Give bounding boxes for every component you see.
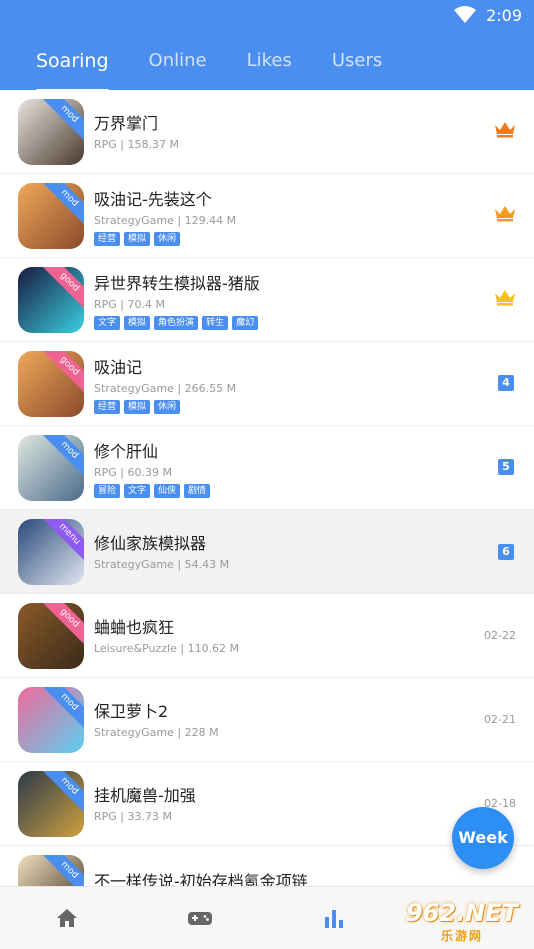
crown-icon — [495, 290, 515, 306]
app-info: 吸油记 StrategyGame | 266.55 M 经营 模拟 休闲 — [94, 354, 454, 414]
genre-tag: 文字 — [124, 484, 151, 498]
app-row[interactable]: mod 修个肝仙 RPG | 60.39 M 冒险 文字 仙侠 剧情 5 — [0, 426, 534, 510]
gamepad-icon[interactable] — [187, 905, 213, 931]
app-ranking-list[interactable]: mod 万界掌门 RPG | 158.37 M mod 吸油记-先装这个 Strategy… — [0, 90, 534, 886]
app-name: 吸油记-先装这个 — [94, 190, 212, 209]
app-meta: StrategyGame | 129.44 M — [94, 214, 237, 227]
app-icon[interactable]: menu — [18, 519, 84, 585]
app-info: 蛐蛐也疯狂 Leisure&Puzzle | 110.62 M — [94, 614, 454, 655]
app-meta: RPG | 60.39 M — [94, 466, 172, 479]
genre-tag: 模拟 — [124, 232, 151, 246]
app-info: 修个肝仙 RPG | 60.39 M 冒险 文字 仙侠 剧情 — [94, 438, 454, 498]
app-icon[interactable]: mod — [18, 99, 84, 165]
genre-tag: 魔幻 — [232, 316, 259, 330]
wifi-icon — [454, 6, 477, 23]
app-icon[interactable]: mod — [18, 855, 84, 886]
app-name: 异世界转生模拟器-猪版 — [94, 274, 260, 293]
app-row[interactable]: good 吸油记 StrategyGame | 266.55 M 经营 模拟 休闲 4 — [0, 342, 534, 426]
status-bar: 2:09 — [454, 4, 522, 26]
app-icon[interactable]: mod — [18, 771, 84, 837]
rank-number: 6 — [498, 544, 514, 560]
genre-tag: 文字 — [94, 316, 121, 330]
rank-number: 4 — [498, 375, 514, 391]
genre-tag: 休闲 — [154, 400, 181, 414]
genre-tag: 经营 — [94, 232, 121, 246]
tag-list: 经营 模拟 休闲 — [94, 400, 454, 414]
watermark-subtitle: 乐游网 — [440, 928, 483, 943]
app-name: 吸油记 — [94, 358, 143, 377]
crown-icon — [495, 122, 515, 138]
app-name: 修仙家族模拟器 — [94, 534, 207, 553]
genre-tag: 仙侠 — [154, 484, 181, 498]
ranking-icon[interactable] — [321, 905, 347, 931]
genre-tag: 冒险 — [94, 484, 121, 498]
app-header: 2:09 Soaring Online Likes Users — [0, 0, 534, 92]
app-icon[interactable]: good — [18, 351, 84, 417]
genre-tag: 模拟 — [124, 316, 151, 330]
app-row[interactable]: mod 万界掌门 RPG | 158.37 M — [0, 90, 534, 174]
watermark-logo: 962.NET — [405, 898, 519, 927]
genre-tag: 剧情 — [184, 484, 211, 498]
app-icon[interactable]: mod — [18, 435, 84, 501]
update-date: 02-22 — [484, 629, 516, 642]
app-icon[interactable]: mod — [18, 687, 84, 753]
tag-list: 经营 模拟 休闲 — [94, 232, 454, 246]
crown-icon — [495, 206, 515, 222]
app-info: 吸油记-先装这个 StrategyGame | 129.44 M 经营 模拟 休闲 — [94, 186, 454, 246]
app-meta: StrategyGame | 228 M — [94, 726, 219, 739]
app-icon[interactable]: good — [18, 603, 84, 669]
tag-list: 文字 模拟 角色扮演 转生 魔幻 — [94, 316, 454, 330]
app-name: 万界掌门 — [94, 114, 159, 133]
tab-likes[interactable]: Likes — [247, 50, 292, 80]
update-date: 02-21 — [484, 713, 516, 726]
app-name: 修个肝仙 — [94, 442, 159, 461]
app-icon[interactable]: mod — [18, 183, 84, 249]
genre-tag: 休闲 — [154, 232, 181, 246]
app-row[interactable]: good 异世界转生模拟器-猪版 RPG | 70.4 M 文字 模拟 角色扮演 转生 魔幻 — [0, 258, 534, 342]
app-meta: StrategyGame | 54.43 M — [94, 558, 230, 571]
genre-tag: 转生 — [202, 316, 229, 330]
app-name: 保卫萝卜2 — [94, 702, 169, 721]
app-info: 修仙家族模拟器 StrategyGame | 54.43 M — [94, 530, 454, 571]
app-info: 保卫萝卜2 StrategyGame | 228 M — [94, 698, 454, 739]
app-meta: RPG | 70.4 M — [94, 298, 165, 311]
app-meta: RPG | 158.37 M — [94, 138, 179, 151]
tab-users[interactable]: Users — [332, 50, 382, 80]
app-name: 不一样传说-初始存档氪金项链 — [94, 872, 308, 886]
app-info: 异世界转生模拟器-猪版 RPG | 70.4 M 文字 模拟 角色扮演 转生 魔幻 — [94, 270, 454, 330]
app-meta: RPG | 33.73 M — [94, 810, 172, 823]
app-info: 挂机魔兽-加强 RPG | 33.73 M — [94, 782, 454, 823]
app-icon[interactable]: good — [18, 267, 84, 333]
app-meta: Leisure&Puzzle | 110.62 M — [94, 642, 240, 655]
app-info: 万界掌门 RPG | 158.37 M — [94, 110, 454, 151]
app-meta: StrategyGame | 266.55 M — [94, 382, 237, 395]
genre-tag: 模拟 — [124, 400, 151, 414]
rank-number: 5 — [498, 459, 514, 475]
app-row[interactable]: mod 保卫萝卜2 StrategyGame | 228 M 02-21 — [0, 678, 534, 762]
tab-bar: Soaring Online Likes Users — [36, 50, 382, 92]
site-watermark: 962.NET 乐游网 — [396, 898, 528, 944]
tab-soaring[interactable]: Soaring — [36, 50, 109, 92]
app-name: 蛐蛐也疯狂 — [94, 618, 175, 637]
app-row[interactable]: mod 吸油记-先装这个 StrategyGame | 129.44 M 经营 模拟 休闲 — [0, 174, 534, 258]
genre-tag: 经营 — [94, 400, 121, 414]
app-info: 不一样传说-初始存档氪金项链 — [94, 868, 454, 886]
clock: 2:09 — [486, 5, 522, 25]
app-row[interactable]: mod 不一样传说-初始存档氪金项链 — [0, 846, 534, 886]
week-button[interactable]: Week — [452, 807, 514, 869]
app-row[interactable]: good 蛐蛐也疯狂 Leisure&Puzzle | 110.62 M 02-22 — [0, 594, 534, 678]
app-name: 挂机魔兽-加强 — [94, 786, 196, 805]
tag-list: 冒险 文字 仙侠 剧情 — [94, 484, 454, 498]
tab-online[interactable]: Online — [149, 50, 207, 80]
home-icon[interactable] — [54, 905, 80, 931]
genre-tag: 角色扮演 — [154, 316, 199, 330]
app-row[interactable]: menu 修仙家族模拟器 StrategyGame | 54.43 M 6 — [0, 510, 534, 594]
